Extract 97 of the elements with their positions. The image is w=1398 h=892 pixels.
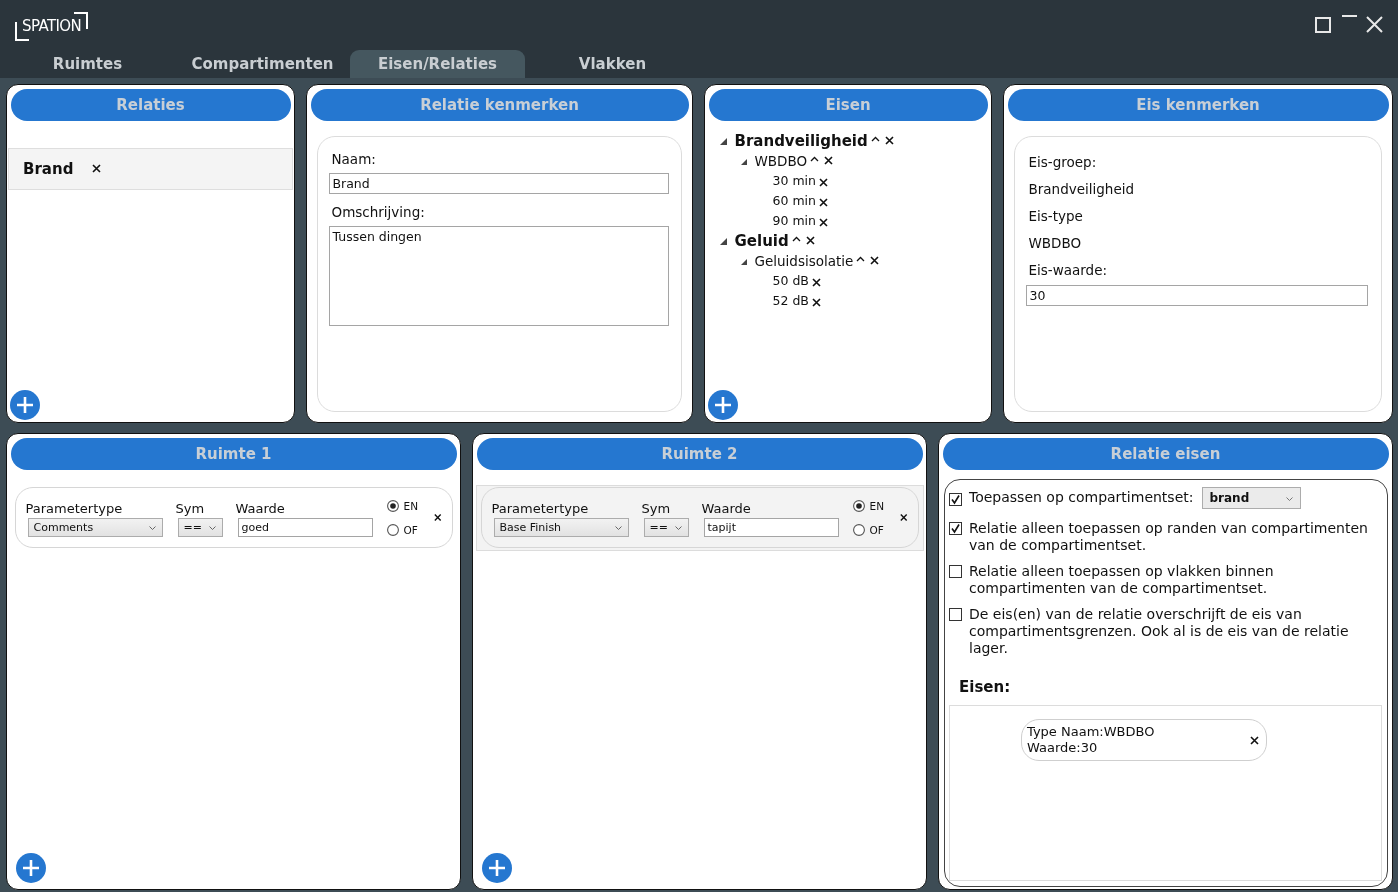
field-label: Parametertype — [491, 500, 590, 517]
radio-label: EN — [869, 499, 884, 512]
value-input[interactable]: tapijt — [703, 517, 839, 537]
caret-up-icon[interactable] — [870, 136, 880, 142]
tree-item[interactable]: Brandveiligheid — [734, 131, 868, 150]
radio-button[interactable] — [852, 523, 865, 536]
tree-item[interactable]: 90 min — [772, 213, 816, 228]
field-label: Waarde — [235, 500, 286, 517]
checkbox-label: Relatie alleen toepassen op vlakken binnen compartimenten van de compartimentset. — [969, 562, 1275, 597]
panel-header: Eis kenmerken — [1007, 88, 1389, 121]
chevron-down-icon — [674, 525, 682, 530]
field-label: Sym — [175, 500, 206, 517]
expanded-triangle-icon[interactable] — [740, 158, 747, 165]
section-label: Eisen: — [959, 677, 1012, 696]
field-label: Waarde — [701, 500, 752, 517]
field-label: Omschrijving: — [331, 203, 425, 221]
checkbox[interactable] — [949, 564, 962, 578]
field-label: Sym — [641, 500, 672, 517]
tree-item[interactable]: WBDBO — [754, 152, 808, 169]
tree-item[interactable]: Geluidsisolatie — [754, 252, 854, 269]
checkbox[interactable] — [949, 607, 962, 621]
checkbox-label: De eis(en) van de relatie overschrijft de eis van compartimentsgrenzen. Ook al is de eis van de relatie lager. — [969, 605, 1350, 657]
property-text: Brandveiligheid — [1028, 179, 1134, 199]
add-icon[interactable] — [15, 852, 46, 883]
checkbox[interactable] — [949, 521, 962, 535]
panel-header: Ruimte 1 — [10, 437, 457, 470]
close-icon[interactable] — [805, 236, 815, 245]
tree-item[interactable]: 60 min — [772, 193, 816, 208]
caret-up-icon[interactable] — [791, 236, 801, 242]
requirement-chip[interactable]: Type Naam:WBDBO Waarde:30 — [1021, 718, 1267, 761]
tree-item[interactable]: 52 dB — [772, 293, 809, 308]
close-icon[interactable] — [811, 297, 821, 307]
tree-item[interactable]: 50 dB — [772, 273, 809, 288]
panel-header: Relatie kenmerken — [310, 88, 689, 121]
description-textarea[interactable]: Tussen dingen — [328, 225, 669, 326]
chevron-down-icon — [614, 525, 622, 530]
chip-text: Waarde:30 — [1027, 739, 1098, 756]
logo: SPATION — [15, 12, 89, 41]
field-label: Parametertype — [25, 500, 124, 517]
chevron-down-icon — [208, 525, 216, 530]
chevron-down-icon — [1286, 496, 1294, 501]
tree-item[interactable]: 30 min — [772, 173, 816, 188]
panel-header: Relatie eisen — [942, 437, 1389, 470]
value-input[interactable]: 30 — [1025, 284, 1368, 306]
close-icon[interactable] — [824, 156, 834, 165]
caret-up-icon[interactable] — [810, 156, 820, 162]
property-text: Eis-waarde: — [1028, 260, 1107, 280]
caret-up-icon[interactable] — [856, 256, 866, 262]
close-icon[interactable] — [818, 217, 828, 227]
list-item[interactable]: Brand — [8, 147, 293, 190]
tab[interactable]: Eisen/Relaties — [350, 50, 525, 78]
compartmentset-select[interactable]: brand — [1202, 486, 1302, 509]
operator-select[interactable]: == — [643, 517, 689, 537]
add-icon[interactable] — [707, 389, 738, 420]
close-icon[interactable] — [434, 513, 442, 522]
tab[interactable]: Compartimenten — [175, 50, 350, 78]
radio-label: OF — [869, 523, 884, 536]
close-icon[interactable] — [900, 513, 908, 522]
radio-label: OF — [403, 523, 418, 536]
tab[interactable]: Vlakken — [525, 50, 700, 78]
close-icon[interactable] — [870, 256, 880, 265]
radio-button[interactable] — [852, 499, 865, 512]
tree-item[interactable]: Geluid — [734, 231, 789, 250]
property-text: WBDBO — [1028, 233, 1082, 253]
tab[interactable]: Ruimtes — [0, 50, 175, 78]
operator-select[interactable]: == — [177, 517, 223, 537]
add-icon[interactable] — [481, 852, 512, 883]
close-icon[interactable] — [818, 177, 828, 187]
chevron-down-icon — [148, 525, 156, 530]
checkbox[interactable] — [949, 492, 962, 506]
expanded-triangle-icon[interactable] — [719, 138, 727, 145]
parametertype-select[interactable]: Comments — [27, 517, 163, 537]
close-icon[interactable] — [92, 164, 102, 173]
close-icon[interactable] — [811, 277, 821, 287]
panel-header: Eisen — [708, 88, 988, 121]
close-icon[interactable] — [1250, 736, 1259, 745]
radio-button[interactable] — [386, 499, 399, 512]
close-icon[interactable] — [884, 136, 894, 145]
close-icon[interactable] — [818, 197, 828, 207]
panel-header: Relaties — [10, 88, 291, 121]
name-input[interactable]: Brand — [328, 172, 669, 194]
expanded-triangle-icon[interactable] — [740, 258, 747, 265]
panel-header: Ruimte 2 — [476, 437, 923, 470]
property-text: Eis-groep: — [1028, 152, 1097, 172]
property-text: Eis-type — [1028, 206, 1083, 226]
add-icon[interactable] — [9, 389, 40, 420]
parametertype-select[interactable]: Base Finish — [493, 517, 629, 537]
maximize-icon[interactable] — [1315, 17, 1331, 33]
expanded-triangle-icon[interactable] — [719, 238, 727, 245]
radio-button[interactable] — [386, 523, 399, 536]
checkbox-label: Toepassen op compartimentset: — [969, 489, 1194, 506]
chip-text: Type Naam:WBDBO — [1027, 723, 1155, 740]
checkbox-label: Relatie alleen toepassen op randen van compartimenten van de compartimentset. — [969, 519, 1369, 554]
value-input[interactable]: goed — [237, 517, 373, 537]
selected-condition-row[interactable]: Parametertype Base Finish Sym == Waarde tapijt EN OF — [475, 485, 924, 551]
radio-label: EN — [403, 499, 418, 512]
field-label: Naam: — [331, 150, 376, 168]
